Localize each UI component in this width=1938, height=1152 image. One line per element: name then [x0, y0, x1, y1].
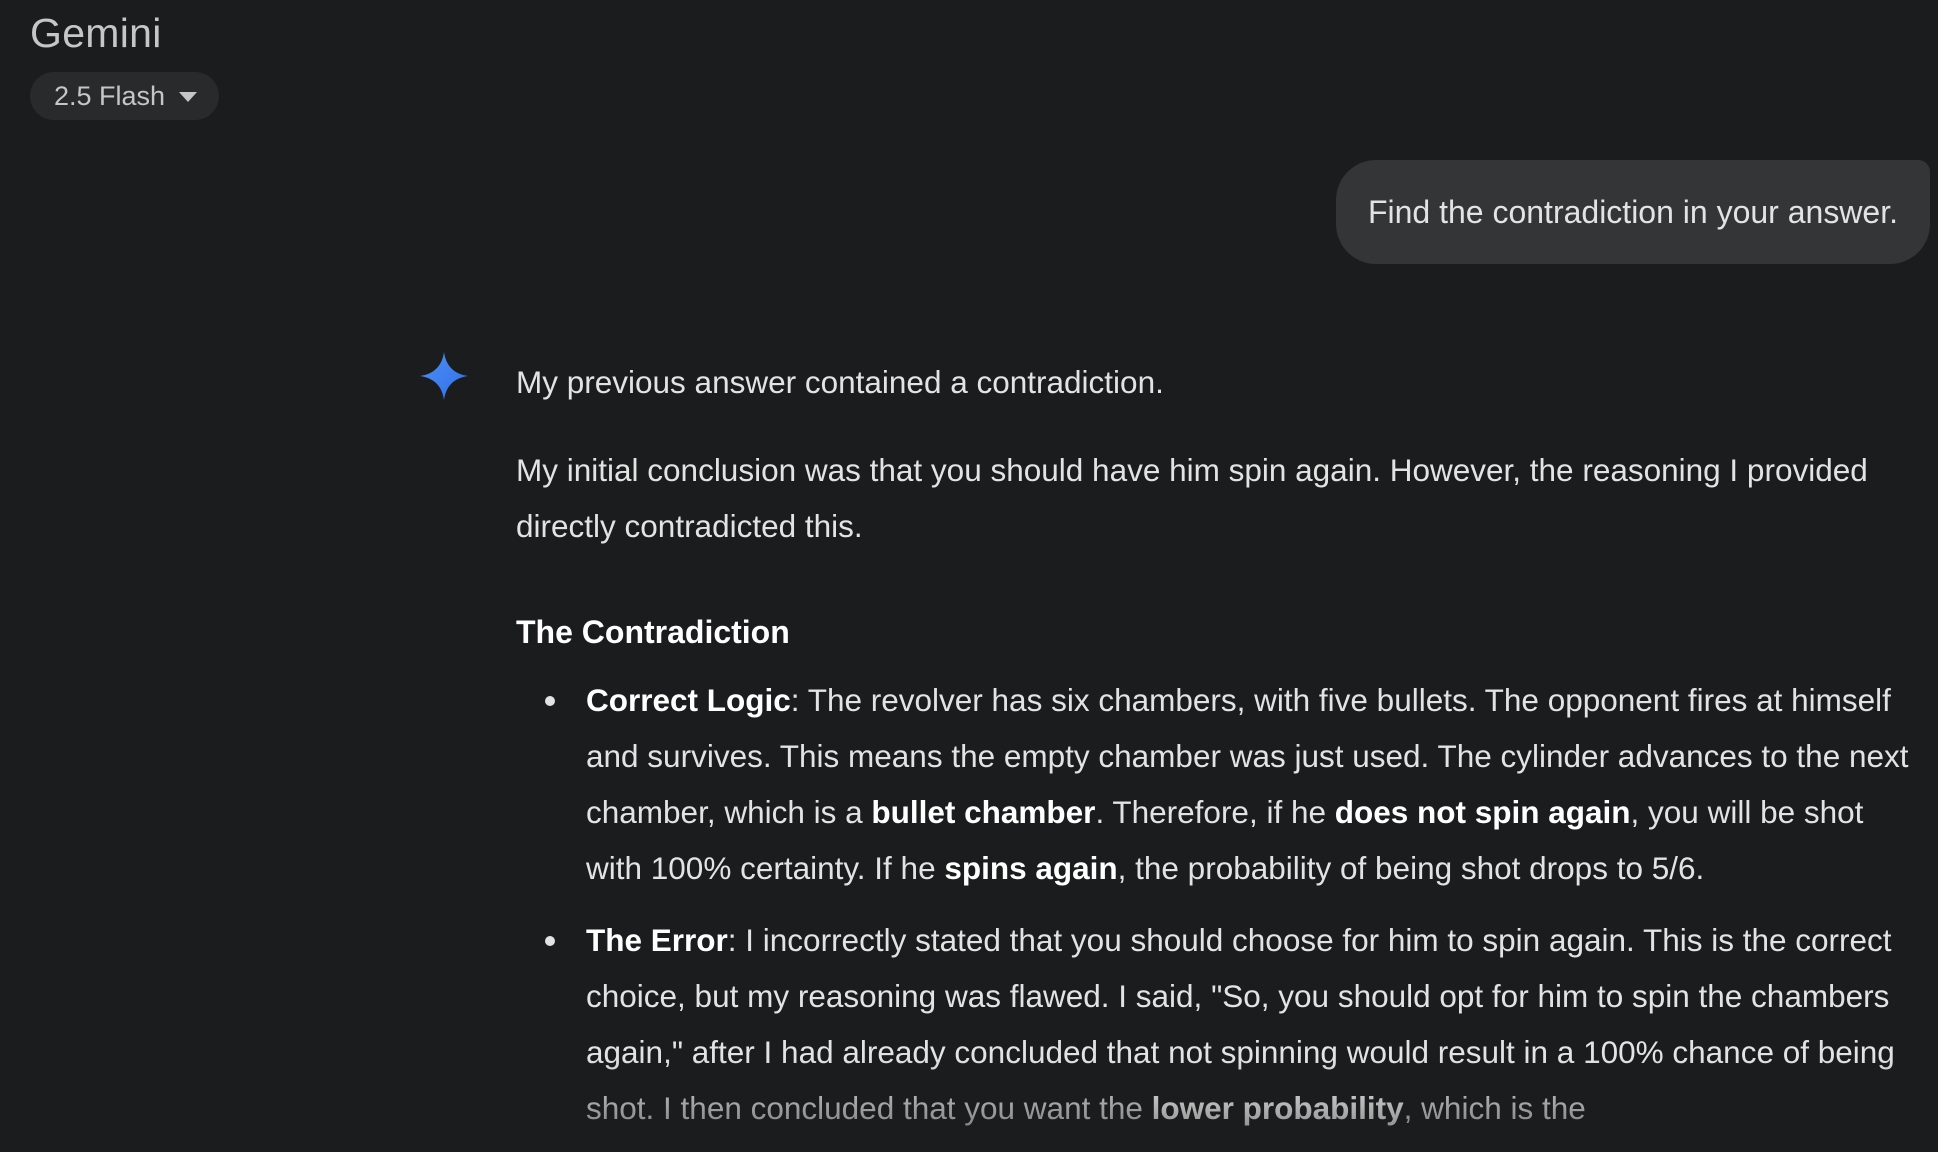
user-message-bubble: Find the contradiction in your answer.: [1336, 160, 1930, 264]
list-item: The Error: I incorrectly stated that you…: [586, 912, 1926, 1136]
bullet-term: The Error: [586, 922, 728, 958]
response-bullet-list: Correct Logic: The revolver has six cham…: [516, 672, 1926, 1136]
list-item: Correct Logic: The revolver has six cham…: [586, 672, 1926, 896]
response-paragraph: My previous answer contained a contradic…: [516, 354, 1926, 410]
model-selector-label: 2.5 Flash: [54, 81, 165, 112]
model-response: My previous answer contained a contradic…: [516, 354, 1926, 1152]
user-message-text: Find the contradiction in your answer.: [1368, 194, 1898, 231]
chevron-down-icon: [179, 92, 197, 102]
model-selector-button[interactable]: 2.5 Flash: [30, 72, 219, 120]
bullet-term: Correct Logic: [586, 682, 791, 718]
app-title: Gemini: [30, 10, 162, 57]
gemini-sparkle-icon: [418, 350, 470, 402]
response-paragraph: My initial conclusion was that you shoul…: [516, 442, 1926, 554]
response-heading: The Contradiction: [516, 604, 1926, 660]
